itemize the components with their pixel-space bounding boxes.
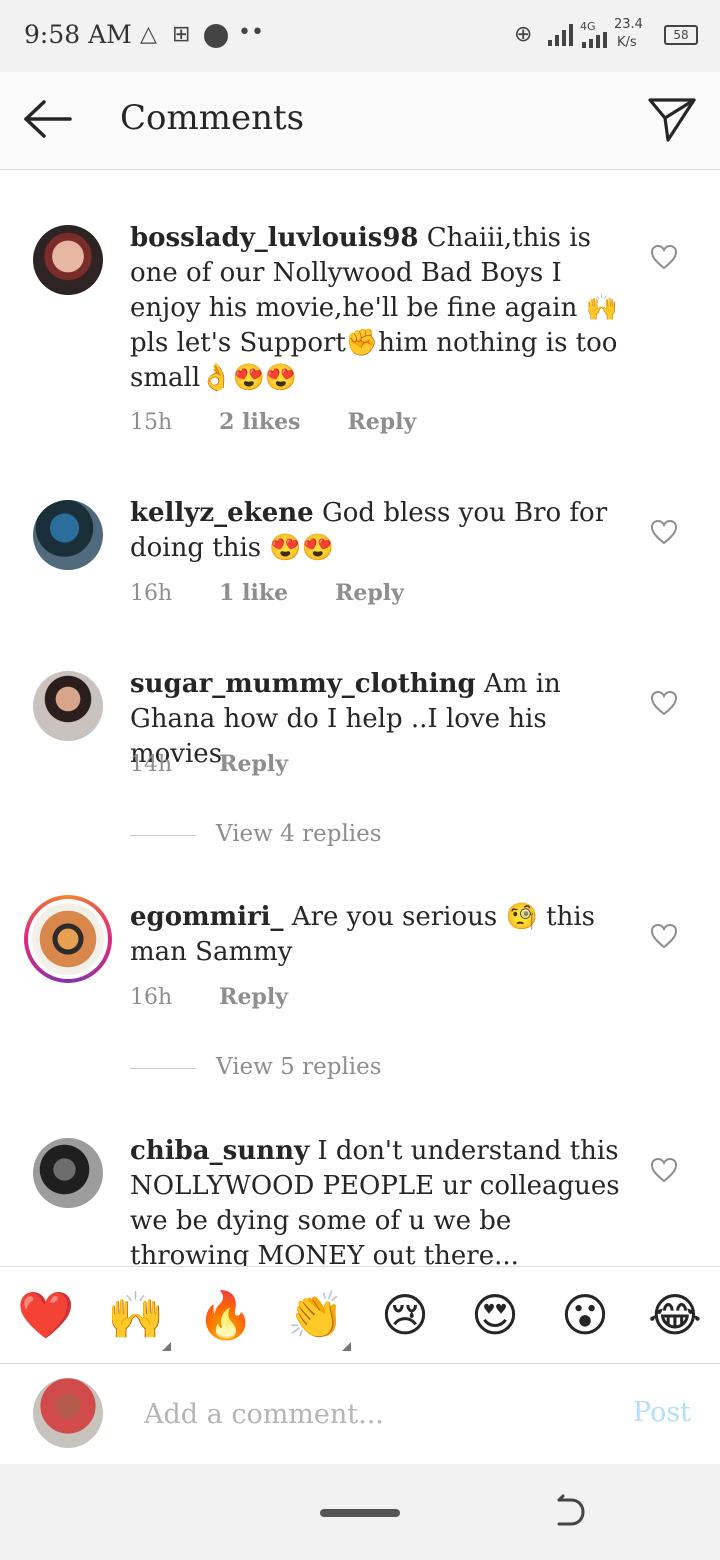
comment-username[interactable]: bosslady_luvlouis98 (130, 223, 419, 253)
clapping-emoji-button[interactable]: 👏 (287, 1287, 344, 1343)
divider-line (130, 834, 196, 836)
comment-username[interactable]: kellyz_ekene (130, 498, 314, 528)
view-replies-label: View 4 replies (216, 821, 382, 847)
view-replies-button[interactable]: View 5 replies (130, 1054, 382, 1080)
comment-likes-count[interactable]: 1 like (219, 580, 288, 606)
divider-line (130, 1067, 196, 1069)
fire-emoji-button[interactable]: 🔥 (197, 1287, 254, 1343)
home-gesture-pill[interactable] (320, 1509, 400, 1517)
comment-meta: 14h Reply (130, 751, 328, 777)
comment-text: egommiri_ Are you serious 🧐 this man Sam… (130, 900, 630, 970)
system-nav-bar (0, 1464, 720, 1560)
view-replies-label: View 5 replies (216, 1054, 382, 1080)
battery-saver-icon: ⊞ (172, 22, 191, 47)
heart-icon[interactable] (650, 244, 678, 270)
triangle-icon: △ (140, 22, 157, 47)
status-time: 9:58 AM (24, 20, 132, 49)
comment-meta: 16h Reply (130, 984, 328, 1010)
heart-emoji-button[interactable]: ❤️ (17, 1287, 74, 1343)
comment-text: bosslady_luvlouis98 Chaiii,this is one o… (130, 221, 630, 396)
comment-username[interactable]: egommiri_ (130, 902, 284, 932)
data-saver-icon: ⊕ (514, 22, 533, 47)
comment-meta: 15h 2 likes Reply (130, 409, 456, 435)
header: Comments (0, 72, 720, 170)
post-button[interactable]: Post (633, 1397, 691, 1428)
heart-icon[interactable] (650, 923, 678, 949)
laughing-emoji-button[interactable]: 😂 (647, 1287, 703, 1343)
more-notifications-icon: •• (238, 20, 264, 45)
battery-icon: 58 (664, 25, 698, 45)
page-title: Comments (120, 98, 305, 138)
net-speed-unit: K/s (617, 35, 637, 50)
comment-username[interactable]: sugar_mummy_clothing (130, 669, 476, 699)
heart-icon[interactable] (650, 1157, 678, 1183)
comment-input[interactable] (130, 1386, 590, 1442)
comment-likes-count[interactable]: 2 likes (219, 409, 300, 435)
comment-time: 14h (130, 752, 173, 777)
comments-list[interactable]: bosslady_luvlouis98 Chaiii,this is one o… (0, 171, 720, 1266)
my-avatar (33, 1378, 103, 1448)
comment-time: 16h (130, 581, 173, 606)
avatar[interactable] (33, 225, 103, 295)
comment-text: chiba_sunny I don't understand this NOLL… (130, 1134, 630, 1266)
status-bar: 9:58 AM △ ⊞ •• ⊕ 4G 23.4 K/s 58 (0, 0, 720, 72)
comment-time: 15h (130, 410, 173, 435)
skin-tone-corner-icon (162, 1342, 171, 1351)
comment-text: kellyz_ekene God bless you Bro for doing… (130, 496, 630, 566)
avatar (28, 899, 108, 979)
avatar[interactable] (33, 671, 103, 741)
comment-meta: 16h 1 like Reply (130, 580, 444, 606)
surprised-emoji-button[interactable]: 😮 (557, 1287, 613, 1343)
back-gesture-icon[interactable] (555, 1494, 587, 1530)
view-replies-button[interactable]: View 4 replies (130, 821, 382, 847)
comment-time: 16h (130, 985, 173, 1010)
battery-level: 58 (673, 28, 689, 42)
share-button[interactable] (646, 94, 698, 144)
avatar[interactable] (33, 1138, 103, 1208)
messenger-icon (204, 24, 228, 48)
back-button[interactable] (18, 94, 78, 144)
direct-send-icon (648, 98, 696, 142)
back-arrow-icon (24, 100, 72, 138)
crying-emoji-button[interactable]: 😢 (377, 1287, 433, 1343)
reply-button[interactable]: Reply (219, 984, 288, 1010)
reply-button[interactable]: Reply (335, 580, 404, 606)
skin-tone-corner-icon (342, 1342, 351, 1351)
heart-icon[interactable] (650, 519, 678, 545)
raising-hands-emoji-button[interactable]: 🙌 (107, 1287, 164, 1343)
avatar-story-ring[interactable] (24, 895, 112, 983)
comment-username[interactable]: chiba_sunny (130, 1136, 309, 1166)
comment-input-row: Post (0, 1364, 720, 1464)
signal-icon (548, 24, 573, 46)
heart-icon[interactable] (650, 690, 678, 716)
reply-button[interactable]: Reply (347, 409, 416, 435)
net-speed-value: 23.4 (614, 17, 643, 32)
signal-4g-icon (582, 32, 607, 48)
avatar[interactable] (33, 500, 103, 570)
heart-eyes-emoji-button[interactable]: 😍 (467, 1287, 523, 1343)
reply-button[interactable]: Reply (219, 751, 288, 777)
emoji-quick-bar: ❤️ 🙌 🔥 👏 😢 😍 😮 😂 (0, 1266, 720, 1364)
